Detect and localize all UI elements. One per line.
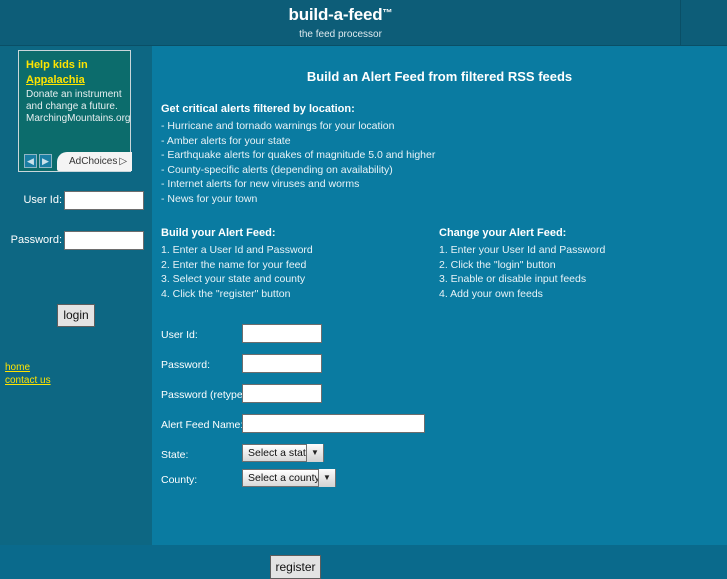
adchoices-triangle-icon: ▷: [119, 156, 128, 167]
ad-next-arrow-icon[interactable]: ▶: [39, 154, 52, 168]
change-feed-step: 3. Enable or disable input feeds: [439, 273, 587, 285]
register-userid-label: User Id:: [161, 329, 198, 341]
app-header: build-a-feed™ the feed processor: [0, 0, 727, 46]
build-feed-section: Build your Alert Feed: 1. Enter a User I…: [161, 227, 441, 301]
register-userid-row: User Id:: [152, 324, 727, 354]
login-button[interactable]: login: [57, 304, 95, 327]
alerts-section: Get critical alerts filtered by location…: [161, 103, 561, 206]
change-feed-section: Change your Alert Feed: 1. Enter your Us…: [439, 227, 719, 301]
sidebar-password-row: Password:: [0, 231, 152, 253]
sidebar-userid-row: User Id:: [0, 191, 152, 213]
sidebar-links: home contact us: [5, 361, 51, 387]
state-dropdown-value: Select a state: [248, 447, 312, 459]
register-feedname-row: Alert Feed Name:: [152, 414, 727, 444]
sidebar: Help kids in Appalachia Donate an instru…: [0, 46, 152, 545]
register-password-row: Password:: [152, 354, 727, 384]
build-feed-step: 2. Enter the name for your feed: [161, 258, 307, 271]
change-feed-title: Change your Alert Feed:: [439, 227, 567, 239]
change-feed-step: 4. Add your own feeds: [439, 287, 543, 300]
brand-tagline: the feed processor: [299, 29, 382, 40]
register-state-row: State: Select a state ▼: [152, 444, 727, 469]
register-button[interactable]: register: [270, 555, 321, 579]
chevron-down-icon: ▼: [306, 444, 323, 462]
register-password-label: Password:: [161, 359, 211, 371]
register-state-label: State:: [161, 449, 189, 461]
brand-title: build-a-feed™: [0, 5, 681, 25]
register-feedname-input[interactable]: [242, 414, 425, 433]
register-userid-input[interactable]: [242, 324, 322, 343]
trademark-symbol: ™: [382, 8, 393, 19]
ad-description-line-2: and change a future.: [26, 101, 118, 112]
register-password-retype-input[interactable]: [242, 384, 322, 403]
sidebar-password-label: Password:: [10, 234, 62, 246]
alerts-item: - Earthquake alerts for quakes of magnit…: [161, 149, 436, 161]
ad-prev-arrow-icon[interactable]: ◀: [24, 154, 37, 168]
alerts-item: - Internet alerts for new viruses and wo…: [161, 178, 360, 190]
ad-link[interactable]: Appalachia: [26, 73, 123, 87]
sidebar-link-home[interactable]: home: [5, 361, 51, 374]
alerts-item: - News for your town: [161, 192, 258, 205]
register-county-row: County: Select a county ▼: [152, 469, 727, 494]
alerts-item: - County-specific alerts (depending on a…: [161, 163, 393, 176]
build-feed-step: 4. Click the "register" button: [161, 287, 291, 300]
county-dropdown-value: Select a county: [248, 472, 320, 484]
brand-name: build-a-feed: [288, 5, 383, 24]
adchoices-label: AdChoices: [69, 156, 118, 167]
ad-headline: Help kids in: [26, 59, 88, 71]
ad-body: Help kids in Appalachia Donate an instru…: [19, 51, 131, 125]
alerts-item: - Amber alerts for your state: [161, 134, 291, 147]
advertisement-box[interactable]: Help kids in Appalachia Donate an instru…: [18, 50, 133, 172]
register-county-label: County:: [161, 474, 198, 486]
adchoices-button[interactable]: AdChoices ▷: [57, 152, 133, 171]
main-content: Build an Alert Feed from filtered RSS fe…: [152, 46, 727, 579]
sidebar-userid-label: User Id:: [23, 194, 62, 206]
sidebar-userid-input[interactable]: [64, 191, 144, 210]
sidebar-password-input[interactable]: [64, 231, 144, 250]
page-title: Build an Alert Feed from filtered RSS fe…: [306, 69, 573, 84]
header-divider: [680, 0, 681, 46]
registration-form: User Id: Password: Password (retype): Al…: [152, 324, 727, 579]
build-feed-step: 1. Enter a User Id and Password: [161, 244, 313, 256]
build-feed-title: Build your Alert Feed:: [161, 227, 276, 239]
register-password-retype-label: Password (retype):: [161, 389, 250, 401]
alerts-item: - Hurricane and tornado warnings for you…: [161, 120, 395, 132]
sidebar-link-contact-us[interactable]: contact us: [5, 374, 51, 387]
county-dropdown[interactable]: Select a county ▼: [242, 469, 336, 487]
ad-footer: ◀ ▶ AdChoices ▷: [19, 151, 133, 171]
register-password-retype-row: Password (retype):: [152, 384, 727, 414]
chevron-down-icon: ▼: [318, 469, 335, 487]
change-feed-step: 1. Enter your User Id and Password: [439, 244, 606, 256]
alerts-section-title: Get critical alerts filtered by location…: [161, 103, 355, 115]
register-feedname-label: Alert Feed Name:: [161, 419, 244, 431]
state-dropdown[interactable]: Select a state ▼: [242, 444, 324, 462]
change-feed-step: 2. Click the "login" button: [439, 258, 556, 271]
build-feed-step: 3. Select your state and county: [161, 273, 306, 285]
ad-description-line-1: Donate an instrument: [26, 89, 122, 100]
register-password-input[interactable]: [242, 354, 322, 373]
ad-description-line-3: MarchingMountains.org: [26, 113, 131, 124]
